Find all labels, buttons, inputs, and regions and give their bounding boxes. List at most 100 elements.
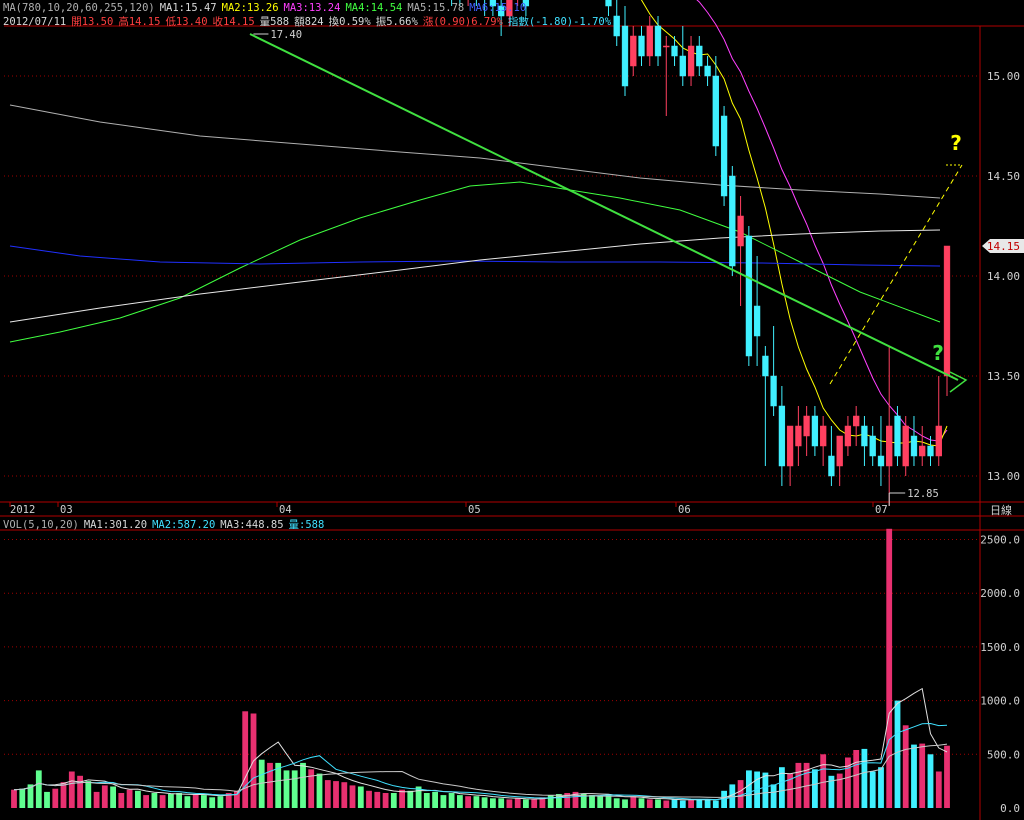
- volume-bar: [490, 798, 496, 808]
- volume-bar: [267, 762, 273, 808]
- price-tick-label: 14.00: [987, 270, 1020, 283]
- volume-bar: [878, 767, 884, 808]
- candle-body: [770, 375, 777, 407]
- volume-bar: [762, 772, 769, 808]
- ma3-label: MA3:13.24: [283, 2, 341, 14]
- volume-bar: [390, 793, 397, 808]
- high-price: 高14.15: [118, 16, 161, 28]
- vol-ma1-label: MA1:301.20: [83, 519, 148, 531]
- volume-bar: [448, 793, 455, 808]
- volume-bar: [655, 799, 661, 808]
- volume-bar: [679, 800, 686, 808]
- volume-bar: [151, 793, 158, 808]
- volume-bar: [597, 796, 604, 808]
- candle-body: [663, 45, 670, 48]
- candle-body: [886, 425, 893, 467]
- volume-bar: [894, 700, 901, 808]
- volume-bar: [159, 795, 166, 808]
- volume-bar: [176, 793, 182, 808]
- volume-bar: [209, 797, 216, 808]
- candle-body: [828, 455, 835, 477]
- candle-body: [671, 45, 678, 57]
- candle-body: [902, 425, 909, 467]
- volume-bar: [589, 795, 595, 808]
- candle-body: [696, 45, 703, 67]
- candle-body: [737, 215, 744, 247]
- volume-bar: [407, 790, 414, 808]
- volume-bar: [622, 799, 628, 808]
- volume-bar: [135, 790, 141, 808]
- candle-body: [935, 425, 942, 457]
- volume-tick-label: 500.0: [987, 748, 1020, 761]
- volume-bar: [712, 800, 719, 808]
- date-tick-label: 07: [875, 504, 888, 516]
- volume-bar: [382, 793, 389, 808]
- volume-bar: [514, 798, 521, 808]
- volume-bar: [242, 711, 249, 808]
- volume-bar: [696, 799, 703, 808]
- volume-value: 量588: [259, 16, 290, 28]
- volume-bar: [333, 781, 339, 808]
- candle-body: [745, 235, 753, 357]
- volume-bar: [506, 799, 513, 808]
- volume-bar: [217, 796, 224, 808]
- volume-bar: [35, 770, 42, 808]
- volume-tick-label: 2500.0: [980, 534, 1020, 547]
- volume-bar: [168, 794, 174, 808]
- candle-body: [778, 405, 786, 467]
- volume-bar: [688, 799, 694, 808]
- candle-body: [630, 35, 637, 67]
- candle-body: [853, 415, 860, 427]
- vol-ma2-label: MA2:587.20: [152, 519, 216, 531]
- candle-body: [811, 415, 819, 447]
- volume-tick-label: 1500.0: [980, 641, 1020, 654]
- volume-bar: [423, 793, 430, 808]
- candle-body: [919, 445, 926, 457]
- volume-bar: [201, 795, 207, 808]
- vol-current-label: 量:588: [288, 519, 325, 531]
- candle-body: [877, 455, 885, 467]
- candle-body: [646, 25, 653, 57]
- candle-body: [712, 75, 719, 147]
- candle-body: [894, 415, 901, 457]
- volume-bar: [663, 800, 670, 808]
- volume-bar: [101, 785, 108, 808]
- volume-bar: [52, 788, 59, 808]
- volume-bar: [143, 795, 149, 808]
- volume-bar: [481, 797, 488, 808]
- candle-body: [605, 0, 612, 7]
- vol-params: VOL(5,10,20): [3, 519, 79, 531]
- ma2-label: MA2:13.26: [221, 2, 279, 14]
- volume-bar: [44, 791, 50, 808]
- change-value: 漲(0.90)6.79%: [422, 16, 503, 28]
- price-tick-label: 15.00: [987, 70, 1020, 83]
- volume-bar: [118, 793, 125, 808]
- low-price: 低13.40: [165, 16, 208, 28]
- volume-bar: [432, 791, 438, 808]
- volume-bar: [68, 771, 75, 808]
- volume-bar: [457, 795, 463, 808]
- date-tick-label: 05: [468, 504, 481, 516]
- ma1-label: MA1:15.47: [159, 2, 217, 14]
- volume-bar: [374, 791, 381, 808]
- volume-bar: [902, 725, 909, 808]
- candle-body: [869, 435, 876, 457]
- stock-chart[interactable]: 17.0016.5016.0015.5015.0014.5014.0013.50…: [0, 0, 1024, 820]
- period-label: 日線: [990, 503, 1012, 517]
- amplitude-value: 振5.66%: [375, 16, 418, 28]
- candle-body: [786, 425, 794, 467]
- volume-bar: [820, 754, 827, 808]
- date-tick-label: 2012: [10, 504, 35, 516]
- volume-bar: [812, 769, 818, 808]
- volume-bar: [440, 795, 447, 808]
- volume-bar: [126, 789, 133, 808]
- volume-bar: [357, 786, 364, 808]
- volume-bar: [861, 748, 868, 808]
- volume-bar: [944, 745, 950, 808]
- ma-params: MA(780,10,20,60,255,120): [3, 2, 155, 14]
- amount-value: 額824: [294, 16, 324, 28]
- candle-body: [844, 425, 852, 447]
- volume-bar: [646, 799, 653, 808]
- volume-bar: [927, 754, 934, 808]
- volume-bar: [853, 750, 860, 808]
